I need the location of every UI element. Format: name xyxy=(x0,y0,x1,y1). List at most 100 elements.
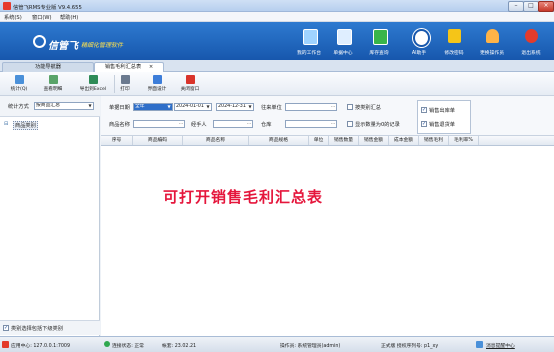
menu-bar: 系统(S) 窗口(W) 帮助(H) xyxy=(0,12,554,22)
logo-text: 信管飞 xyxy=(48,41,78,52)
product-label: 商品名称 xyxy=(109,122,130,128)
switch-operator-button[interactable]: 更换操作员 xyxy=(475,29,509,59)
ai-assistant-button[interactable]: AI助手 xyxy=(402,29,436,59)
detail-icon xyxy=(49,75,58,84)
chevron-down-icon: ▼ xyxy=(88,103,92,108)
ellipsis-icon[interactable]: ··· xyxy=(246,121,252,127)
column-header[interactable]: 毛利率% xyxy=(449,136,479,145)
chevron-down-icon: ▼ xyxy=(206,104,210,109)
tree-root-item[interactable]: ⊟ 商品类别 xyxy=(4,120,74,130)
maximize-button[interactable]: □ xyxy=(523,1,539,12)
close-window-button[interactable]: × xyxy=(538,1,554,12)
handler-label: 经手人 xyxy=(191,122,207,128)
printer-icon xyxy=(121,75,130,84)
inventory-query-button[interactable]: 库存查询 xyxy=(362,29,396,59)
operator-status: 操作员: 系统管理员(admin) xyxy=(280,344,341,349)
minimize-button[interactable]: – xyxy=(508,1,524,12)
column-header[interactable]: 序号 xyxy=(101,136,133,145)
chevron-down-icon: ▼ xyxy=(248,104,252,109)
export-excel-button[interactable]: 导出到Excel xyxy=(74,74,112,94)
column-header[interactable]: 商品编码 xyxy=(133,136,183,145)
power-icon xyxy=(525,29,538,43)
monitor-icon xyxy=(303,29,318,45)
exit-system-button[interactable]: 退出系统 xyxy=(514,29,548,59)
column-header[interactable]: 商品规格 xyxy=(249,136,309,145)
date-to-value: 2024-12-31 xyxy=(218,104,246,109)
show-zero-label: 显示数量为0的记录 xyxy=(355,122,400,128)
column-header[interactable]: 单位 xyxy=(309,136,329,145)
workbench-button[interactable]: 我的工作台 xyxy=(292,29,326,59)
period-select[interactable]: 全年 ▼ xyxy=(133,103,173,111)
app-icon xyxy=(3,2,11,10)
message-center-link[interactable]: 消息提醒中心 xyxy=(486,342,515,349)
grid-header: 序号 商品编码 商品名称 商品规格 单位 销售数量 销售金额 成本金额 销售毛利… xyxy=(101,136,554,146)
interface-design-button[interactable]: 界面设计 xyxy=(142,74,172,94)
print-label: 打印 xyxy=(120,87,130,92)
column-header[interactable]: 成本金额 xyxy=(389,136,419,145)
period-value: 全年 xyxy=(135,104,145,109)
view-detail-button[interactable]: 查看明细 xyxy=(38,74,68,94)
date-from-input[interactable]: 2024-01-01 ▼ xyxy=(174,103,212,111)
excel-icon xyxy=(89,75,98,84)
ellipsis-icon[interactable]: ··· xyxy=(330,121,336,127)
document-center-label: 单据中心 xyxy=(333,51,353,56)
change-password-button[interactable]: 修改密码 xyxy=(437,29,471,59)
tree-expand-icon[interactable]: ⊟ xyxy=(4,121,8,127)
column-header[interactable]: 商品名称 xyxy=(183,136,249,145)
filter-area: 单据日期 全年 ▼ 2024-01-01 ▼ 2024-12-31 ▼ 往来单位… xyxy=(101,96,554,136)
partner-input[interactable]: ··· xyxy=(285,103,337,111)
menu-window[interactable]: 窗口(W) xyxy=(32,14,52,21)
print-button[interactable]: 打印 xyxy=(110,74,140,94)
status-bar: 应用中心: 127.0.0.1:7009 连接状态: 正常 帐套: 23.02.… xyxy=(0,336,554,352)
sales-out-checkbox[interactable]: ✓ xyxy=(421,107,427,113)
interface-design-label: 界面设计 xyxy=(147,87,167,92)
sales-return-label: 销售退货单 xyxy=(429,122,455,128)
tab-close-icon[interactable]: × xyxy=(149,64,153,70)
app-center-status: 应用中心: 127.0.0.1:7009 xyxy=(11,344,71,349)
ellipsis-icon[interactable]: ··· xyxy=(330,104,336,110)
menu-system[interactable]: 系统(S) xyxy=(4,14,22,21)
handler-input[interactable]: ··· xyxy=(213,120,253,128)
view-detail-label: 查看明细 xyxy=(43,87,63,92)
include-subcategory-checkbox[interactable]: ✓ xyxy=(3,325,9,331)
ai-assistant-label: AI助手 xyxy=(411,51,427,56)
date-to-input[interactable]: 2024-12-31 ▼ xyxy=(216,103,254,111)
design-icon xyxy=(153,75,162,84)
chevron-down-icon: ▼ xyxy=(167,104,171,109)
data-grid: 序号 商品编码 商品名称 商品规格 单位 销售数量 销售金额 成本金额 销售毛利… xyxy=(101,136,554,336)
close-window-tool-button[interactable]: 关闭窗口 xyxy=(175,74,205,94)
show-zero-checkbox[interactable] xyxy=(347,121,353,127)
left-panel: 统计方式 按商品汇总 ▼ ⊟ 商品类别 ✓ 类别选择包括下级类别 xyxy=(0,96,100,336)
tab-label: 销售毛利汇总表 xyxy=(104,64,142,70)
statistics-mode-bar: 统计方式 按商品汇总 ▼ xyxy=(0,96,100,117)
menu-help[interactable]: 帮助(H) xyxy=(60,14,78,21)
info-icon xyxy=(413,29,430,47)
change-password-label: 修改密码 xyxy=(444,51,464,56)
column-header[interactable]: 销售毛利 xyxy=(419,136,449,145)
sales-return-checkbox[interactable]: ✓ xyxy=(421,121,427,127)
logo-mark-icon xyxy=(33,35,46,48)
message-icon xyxy=(476,341,483,348)
banner: 信管飞 精细化管理软件 我的工作台 单据中心 库存查询 AI助手 修改密码 更换… xyxy=(0,22,554,60)
statistics-button[interactable]: 统计(Q) xyxy=(4,74,34,94)
slogan: 精细化管理软件 xyxy=(81,42,124,49)
by-category-label: 按类别汇总 xyxy=(355,105,381,111)
warehouse-input[interactable]: ··· xyxy=(285,120,337,128)
ellipsis-icon[interactable]: ··· xyxy=(178,121,184,127)
left-footer: ✓ 类别选择包括下级类别 xyxy=(0,320,100,335)
caption-overlay: 可打开销售毛利汇总表 xyxy=(163,188,324,206)
lock-icon xyxy=(448,29,461,43)
workbench-label: 我的工作台 xyxy=(297,51,321,56)
tab-strip: 功能导航器 销售毛利汇总表 × xyxy=(0,60,554,73)
switch-operator-label: 更换操作员 xyxy=(480,51,504,56)
tree-root-label: 商品类别 xyxy=(13,121,38,130)
by-category-checkbox[interactable] xyxy=(347,104,353,110)
exit-system-label: 退出系统 xyxy=(521,51,541,56)
column-header[interactable]: 销售数量 xyxy=(329,136,359,145)
product-input[interactable]: ··· xyxy=(133,120,185,128)
document-center-button[interactable]: 单据中心 xyxy=(326,29,360,59)
app-center-icon xyxy=(2,341,9,348)
column-header[interactable]: 销售金额 xyxy=(359,136,389,145)
statistics-mode-value: 按商品汇总 xyxy=(36,103,60,108)
statistics-mode-select[interactable]: 按商品汇总 ▼ xyxy=(34,102,94,110)
